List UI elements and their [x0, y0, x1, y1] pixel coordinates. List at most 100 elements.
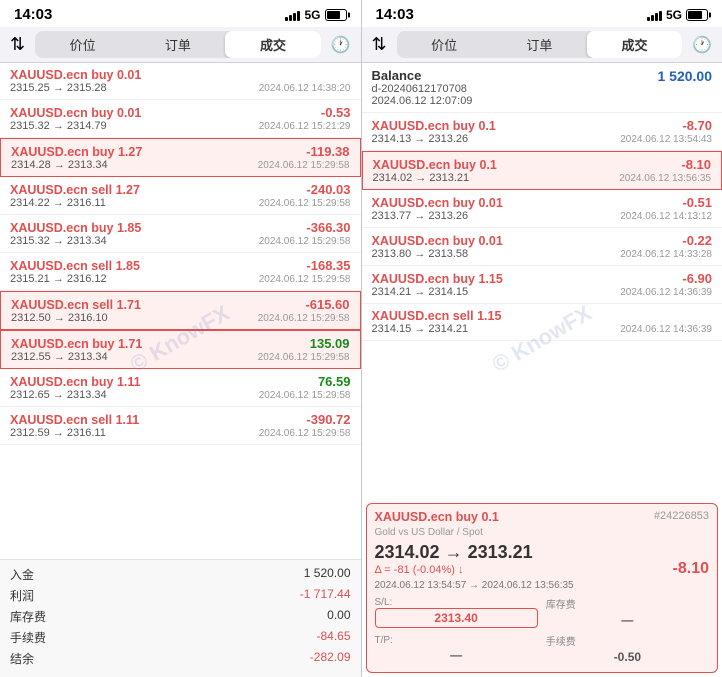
summary-label: 结余 — [10, 650, 34, 667]
trade-profit: 135.09 — [310, 336, 350, 351]
trade-symbol: XAUUSD.ecn sell 1.15 — [372, 309, 502, 323]
balance-label: Balance — [372, 68, 473, 83]
left-battery — [325, 9, 347, 21]
trade-datetime: 2024.06.12 15:29:58 — [259, 428, 351, 439]
table-row: XAUUSD.ecn buy 1.11 76.59 2312.65 → 2313… — [0, 369, 361, 407]
right-battery — [686, 9, 708, 21]
trade-datetime: 2024.06.12 15:29:58 — [258, 352, 350, 363]
left-tab-jiaowei[interactable]: 价位 — [35, 31, 130, 58]
trade-price-range: 2315.21 → 2316.12 — [10, 273, 107, 285]
trade-symbol: XAUUSD.ecn buy 1.15 — [372, 272, 503, 286]
detail-tp-field: T/P: — — [375, 635, 538, 664]
left-toolbar: ⇅ 价位 订单 成交 🕐 — [0, 27, 361, 63]
summary-label: 手续费 — [10, 629, 46, 646]
trade-symbol: XAUUSD.ecn buy 0.1 — [372, 119, 496, 133]
table-row: XAUUSD.ecn buy 1.27 -119.38 2314.28 → 23… — [0, 138, 361, 177]
trade-profit: -240.03 — [306, 182, 350, 197]
left-network: 5G — [304, 8, 320, 22]
table-row: XAUUSD.ecn sell 1.11 -390.72 2312.59 → 2… — [0, 407, 361, 445]
trade-datetime: 2024.06.12 15:29:58 — [258, 313, 350, 324]
table-row: XAUUSD.ecn sell 1.71 -615.60 2312.50 → 2… — [0, 291, 361, 330]
trade-profit: -8.70 — [682, 118, 712, 133]
right-sort-icon[interactable]: ⇅ — [372, 34, 387, 55]
right-clock-icon[interactable]: 🕐 — [692, 35, 712, 55]
trade-price-range: 2315.25 → 2315.28 — [10, 82, 107, 94]
trade-datetime: 2024.06.12 15:29:58 — [259, 198, 351, 209]
trade-datetime: 2024.06.12 14:36:39 — [620, 287, 712, 298]
right-tab-chengjiao[interactable]: 成交 — [587, 31, 682, 58]
sl-label: S/L: — [375, 597, 538, 608]
table-row: XAUUSD.ecn buy 0.01 2315.25 → 2315.28 20… — [0, 63, 361, 100]
trade-price-range: 2314.21 → 2314.15 — [372, 286, 469, 298]
trade-price-range: 2315.32 → 2314.79 — [10, 120, 107, 132]
left-tab-chengjiao[interactable]: 成交 — [225, 31, 320, 58]
summary-value: -84.65 — [316, 629, 350, 646]
left-signal-bars — [285, 9, 300, 21]
left-tab-group: 价位 订单 成交 — [35, 31, 320, 58]
trade-profit: -615.60 — [305, 297, 349, 312]
trade-symbol: XAUUSD.ecn buy 0.01 — [10, 106, 141, 120]
detail-symbol-action: XAUUSD.ecn buy 0.1 — [375, 510, 499, 524]
left-summary: 入金 1 520.00 利润 -1 717.44 库存费 0.00 手续费 -8… — [0, 559, 361, 677]
tp-label: T/P: — [375, 635, 538, 646]
trade-price-range: 2314.28 → 2313.34 — [11, 159, 108, 171]
tp-value: — — [375, 646, 538, 664]
balance-row: Balance d-20240612170708 2024.06.12 12:0… — [362, 63, 722, 113]
table-row: XAUUSD.ecn buy 0.01 -0.51 2313.77 → 2313… — [362, 190, 722, 228]
trade-price-range: 2312.65 → 2313.34 — [10, 389, 107, 401]
trade-datetime: 2024.06.12 14:13:12 — [620, 211, 712, 222]
trade-symbol: XAUUSD.ecn buy 1.27 — [11, 145, 142, 159]
right-status-bar: 14:03 5G — [362, 0, 722, 27]
trade-profit: -119.38 — [306, 144, 349, 159]
trade-datetime: 2024.06.12 13:54:43 — [620, 134, 712, 145]
trade-price-range: 2312.50 → 2316.10 — [11, 312, 108, 324]
trade-datetime: 2024.06.12 15:29:58 — [259, 236, 351, 247]
trade-profit: -168.35 — [306, 258, 350, 273]
bar4 — [659, 11, 662, 21]
table-row: XAUUSD.ecn buy 0.01 -0.53 2315.32 → 2314… — [0, 100, 361, 138]
left-tab-dingdan[interactable]: 订单 — [130, 31, 225, 58]
trade-symbol: XAUUSD.ecn buy 1.71 — [11, 337, 142, 351]
trade-datetime: 2024.06.12 14:38:20 — [259, 83, 351, 94]
trade-datetime: 2024.06.12 14:33:28 — [620, 249, 712, 260]
right-toolbar: ⇅ 价位 订单 成交 🕐 — [362, 27, 722, 63]
table-row: XAUUSD.ecn buy 1.85 -366.30 2315.32 → 23… — [0, 215, 361, 253]
left-sort-icon[interactable]: ⇅ — [10, 34, 25, 55]
detail-dates: 2024.06.12 13:54:57 → 2024.06.12 13:56:3… — [375, 580, 574, 591]
summary-value: -1 717.44 — [300, 587, 351, 604]
commission-value: -0.50 — [546, 648, 709, 666]
detail-footer2: T/P: — 手续费 -0.50 — [375, 633, 710, 666]
table-row: XAUUSD.ecn buy 0.1 -8.10 2314.02 → 2313.… — [362, 151, 722, 190]
trade-symbol: XAUUSD.ecn buy 0.01 — [372, 196, 503, 210]
summary-row-commission: 手续费 -84.65 — [10, 627, 351, 648]
right-network: 5G — [666, 8, 682, 22]
right-trade-list: XAUUSD.ecn buy 0.1 -8.70 2314.13 → 2313.… — [362, 113, 722, 503]
right-tab-dingdan[interactable]: 订单 — [492, 31, 587, 58]
table-row: XAUUSD.ecn sell 1.27 -240.03 2314.22 → 2… — [0, 177, 361, 215]
right-tab-group: 价位 订单 成交 — [397, 31, 682, 58]
right-tab-jiaowei[interactable]: 价位 — [397, 31, 492, 58]
trade-datetime: 2024.06.12 15:29:58 — [259, 390, 351, 401]
bar3 — [293, 13, 296, 21]
bar3 — [655, 13, 658, 21]
trade-symbol: XAUUSD.ecn sell 1.11 — [10, 413, 139, 427]
trade-symbol: XAUUSD.ecn buy 0.01 — [10, 68, 141, 82]
summary-value: -282.09 — [310, 650, 351, 667]
trade-profit: -0.53 — [321, 105, 351, 120]
trade-datetime: 2024.06.12 15:29:58 — [258, 160, 350, 171]
left-clock-icon[interactable]: 🕐 — [331, 35, 351, 55]
summary-label: 库存费 — [10, 608, 46, 625]
table-row: XAUUSD.ecn sell 1.15 2314.15 → 2314.21 2… — [362, 304, 722, 341]
left-status-right: 5G — [285, 8, 346, 22]
trade-symbol: XAUUSD.ecn sell 1.85 — [10, 259, 140, 273]
summary-label: 利润 — [10, 587, 34, 604]
trade-profit: 76.59 — [318, 374, 351, 389]
summary-row-profit: 利润 -1 717.44 — [10, 585, 351, 606]
commission-label: 手续费 — [546, 633, 709, 648]
trade-symbol: XAUUSD.ecn buy 1.85 — [10, 221, 141, 235]
detail-profit: -8.10 — [673, 560, 709, 578]
trade-symbol: XAUUSD.ecn sell 1.71 — [11, 298, 141, 312]
table-row: XAUUSD.ecn buy 1.15 -6.90 2314.21 → 2314… — [362, 266, 722, 304]
table-row: XAUUSD.ecn buy 0.1 -8.70 2314.13 → 2313.… — [362, 113, 722, 151]
right-signal-bars — [647, 9, 662, 21]
